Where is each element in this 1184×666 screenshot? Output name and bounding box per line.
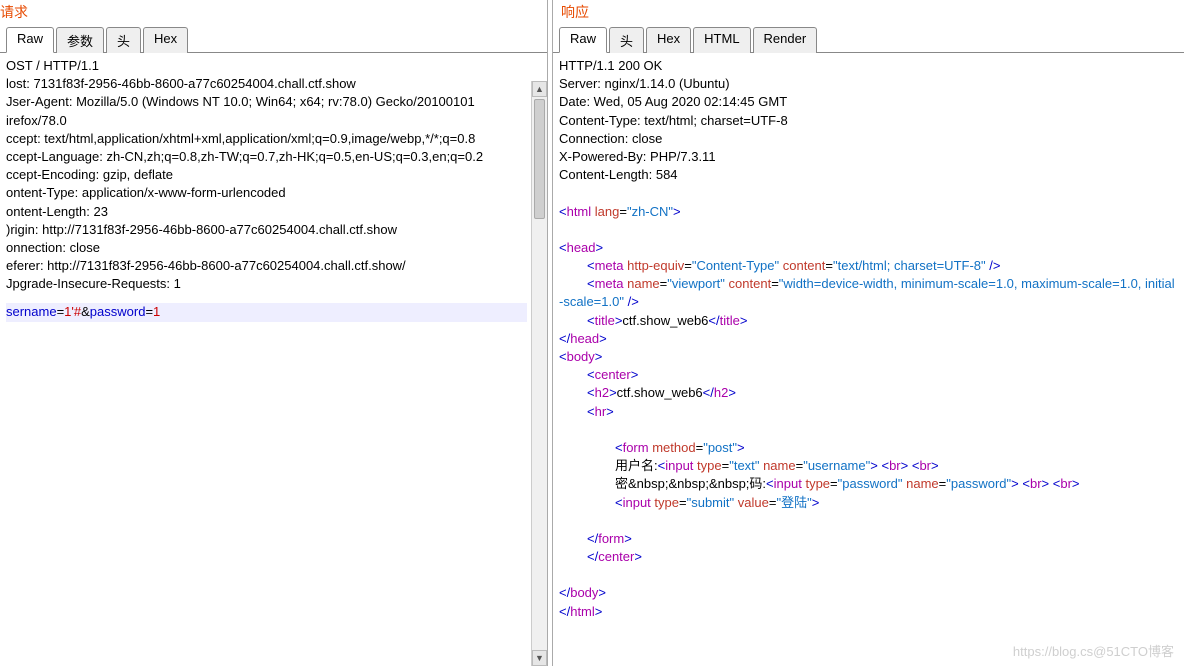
request-content[interactable]: OST / HTTP/1.1 lost: 7131f83f-2956-46bb-… [0, 53, 547, 666]
tab-raw[interactable]: Raw [6, 27, 54, 53]
html-line: </head> [559, 330, 1178, 348]
req-line: ccept-Encoding: gzip, deflate [6, 166, 527, 184]
blank [559, 421, 1178, 439]
req-line: )rigin: http://7131f83f-2956-46bb-8600-a… [6, 221, 527, 239]
req-line: eferer: http://7131f83f-2956-46bb-8600-a… [6, 257, 527, 275]
html-line: <h2>ctf.show_web6</h2> [559, 384, 1178, 402]
req-line: ccept: text/html,application/xhtml+xml,a… [6, 130, 527, 148]
html-line: <title>ctf.show_web6</title> [559, 312, 1178, 330]
html-line: <input type="submit" value="登陆"> [559, 494, 1178, 512]
html-line: </body> [559, 584, 1178, 602]
param-val: 1'# [64, 304, 81, 319]
req-line: onnection: close [6, 239, 527, 257]
scroll-down-icon[interactable]: ▼ [532, 650, 547, 666]
response-content[interactable]: HTTP/1.1 200 OK Server: nginx/1.14.0 (Ub… [553, 53, 1184, 666]
blank [559, 221, 1178, 239]
res-header: Content-Type: text/html; charset=UTF-8 [559, 112, 1178, 130]
blank [559, 566, 1178, 584]
html-line: </html> [559, 603, 1178, 621]
tab-hex[interactable]: Hex [646, 27, 691, 53]
req-line: lost: 7131f83f-2956-46bb-8600-a77c602540… [6, 75, 527, 93]
tab-raw[interactable]: Raw [559, 27, 607, 53]
html-line: </center> [559, 548, 1178, 566]
html-line: <center> [559, 366, 1178, 384]
blank [559, 512, 1178, 530]
req-line: Jser-Agent: Mozilla/5.0 (Windows NT 10.0… [6, 93, 527, 111]
res-header: Content-Length: 584 [559, 166, 1178, 184]
res-header: HTTP/1.1 200 OK [559, 57, 1178, 75]
tab-headers[interactable]: 头 [609, 27, 644, 53]
res-header: X-Powered-By: PHP/7.3.11 [559, 148, 1178, 166]
scroll-thumb[interactable] [534, 99, 545, 219]
html-line: <meta http-equiv="Content-Type" content=… [559, 257, 1178, 275]
html-line: <form method="post"> [559, 439, 1178, 457]
html-line: <hr> [559, 403, 1178, 421]
scrollbar[interactable]: ▲ ▼ [531, 81, 547, 666]
req-line: Jpgrade-Insecure-Requests: 1 [6, 275, 527, 293]
html-line: <meta name="viewport" content="width=dev… [559, 275, 1178, 311]
res-header: Connection: close [559, 130, 1178, 148]
html-line: <html lang="zh-CN"> [559, 203, 1178, 221]
param-val: 1 [153, 304, 160, 319]
res-header: Server: nginx/1.14.0 (Ubuntu) [559, 75, 1178, 93]
html-line: </form> [559, 530, 1178, 548]
scroll-up-icon[interactable]: ▲ [532, 81, 547, 97]
response-pane: 响应 Raw 头 Hex HTML Render HTTP/1.1 200 OK… [553, 0, 1184, 666]
req-line: irefox/78.0 [6, 112, 527, 130]
blank [559, 184, 1178, 202]
response-title: 响应 [553, 0, 1184, 26]
req-line: ontent-Length: 23 [6, 203, 527, 221]
req-line: ontent-Type: application/x-www-form-urle… [6, 184, 527, 202]
request-tabs: Raw 参数 头 Hex [0, 26, 547, 53]
param-key: password [90, 304, 146, 319]
request-title: 请求 [0, 0, 547, 26]
tab-html[interactable]: HTML [693, 27, 750, 53]
request-pane: 请求 Raw 参数 头 Hex OST / HTTP/1.1 lost: 713… [0, 0, 547, 666]
req-line: OST / HTTP/1.1 [6, 57, 527, 75]
tab-headers[interactable]: 头 [106, 27, 141, 53]
param-key: sername [6, 304, 57, 319]
html-line: 用户名:<input type="text" name="username"> … [559, 457, 1178, 475]
html-line: <head> [559, 239, 1178, 257]
req-line: ccept-Language: zh-CN,zh;q=0.8,zh-TW;q=0… [6, 148, 527, 166]
res-header: Date: Wed, 05 Aug 2020 02:14:45 GMT [559, 93, 1178, 111]
request-body: sername=1'#&password=1 [6, 303, 527, 321]
response-tabs: Raw 头 Hex HTML Render [553, 26, 1184, 53]
html-line: 密&nbsp;&nbsp;&nbsp;码:<input type="passwo… [559, 475, 1178, 493]
html-line: <body> [559, 348, 1178, 366]
tab-hex[interactable]: Hex [143, 27, 188, 53]
tab-render[interactable]: Render [753, 27, 818, 53]
tab-params[interactable]: 参数 [56, 27, 104, 53]
